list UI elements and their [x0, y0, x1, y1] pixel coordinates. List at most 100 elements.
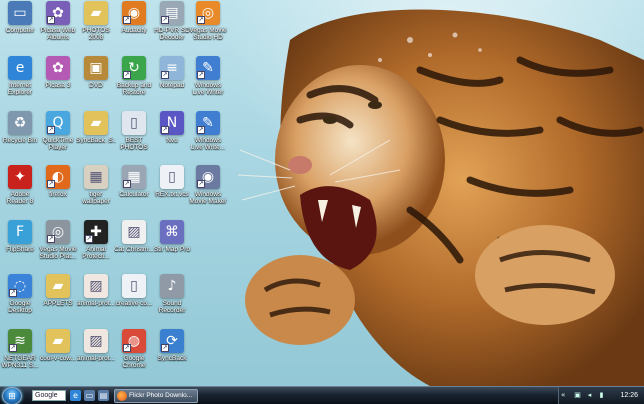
image-file-icon: ▨	[122, 220, 146, 244]
desktop-icon-label: Windows Live Write...	[190, 137, 226, 151]
desktop-shortcut[interactable]: ◌ ↗ Google Desktop	[0, 274, 40, 322]
desktop-icon-label: Vegas Movie Studio HD	[189, 27, 227, 41]
desktop-shortcut[interactable]: ◐ ↗ firefox	[38, 165, 78, 213]
desktop-shortcut[interactable]: ▨ animal-prot...	[76, 274, 116, 322]
shortcut-arrow-icon: ↗	[9, 344, 17, 352]
folder-icon: ▰	[84, 111, 108, 135]
desktop-icon-label: DVD	[89, 82, 103, 89]
folder-icon: ▰	[46, 329, 70, 353]
desktop-shortcut[interactable]: ⟳ ↗ SyncBack	[152, 329, 192, 377]
network-icon[interactable]: ▣	[573, 391, 582, 400]
clock[interactable]: 12:26	[620, 390, 638, 401]
desktop-icon-label: Calculator	[119, 191, 149, 198]
desktop-shortcut[interactable]: ✿ ↗ Picasa Web Albums	[38, 1, 78, 49]
computer-icon: ▭	[8, 1, 32, 25]
desktop-shortcut[interactable]: N ↗ Nvu	[152, 111, 192, 159]
desktop-shortcut[interactable]: ◉ ↗ Windows Movie Maker	[188, 165, 228, 213]
task-button-label: Flickr Photo Downlo...	[129, 392, 193, 399]
desktop-shortcut[interactable]: ▨ animal-prot...	[76, 329, 116, 377]
desktop-shortcut[interactable]: F FlipShare	[0, 220, 40, 268]
desktop-shortcut[interactable]: ✦ Adobe Reader 8	[0, 165, 40, 213]
desktop-icon-label: firefox	[49, 191, 67, 198]
desktop-shortcut[interactable]: ✎ ↗ Windows Live Write...	[188, 111, 228, 159]
desktop-icon-label: BEST PHOTOS	[120, 137, 148, 151]
desktop-icon-label: Cat Christm...	[114, 246, 154, 253]
google-search-box[interactable]: Google	[32, 390, 66, 401]
dvd-icon: ▣	[84, 56, 108, 80]
folder-icon: ▰	[84, 1, 108, 25]
shortcut-arrow-icon: ↗	[9, 289, 17, 297]
desktop-shortcut[interactable]: ✿ Picasa 3	[38, 56, 78, 104]
desktop-icon-label: cool-v-cow...	[39, 355, 77, 362]
desktop-shortcut[interactable]: ◎ ↗ Vegas Movie Studio Plat...	[38, 220, 78, 268]
desktop-icon-label: Windows Live Writer	[192, 82, 224, 96]
image-file-icon: ▨	[84, 329, 108, 353]
desktop-shortcut[interactable]: Q ↗ QuickTime Player	[38, 111, 78, 159]
ie-icon: e	[8, 56, 32, 80]
desktop-icon-label: Backup and Restore	[116, 82, 152, 96]
desktop-icon-label: animal-prot...	[77, 300, 115, 307]
recycle-bin-icon: ♻	[8, 111, 32, 135]
desktop-icon-label: Internet Explorer	[7, 82, 33, 96]
desktop-shortcut[interactable]: ≋ ↗ NETGEAR WPN311 S...	[0, 329, 40, 377]
desktop-icon-label: Picasa Web Albums	[40, 27, 76, 41]
desktop-icon-label: Picasa 3	[45, 82, 71, 89]
desktop-shortcut[interactable]: ▦ ↗ Calculator	[114, 165, 154, 213]
desktop-shortcut[interactable]: ▤ ↗ HD-PVR SD Decoder	[152, 1, 192, 49]
desktop-shortcut[interactable]: ▯ creative co...	[114, 274, 154, 322]
desktop-icon-label: Animal Protecti...	[82, 246, 110, 260]
shortcut-arrow-icon: ↗	[47, 126, 55, 134]
desktop-shortcut[interactable]: ◎ ↗ Vegas Movie Studio HD	[188, 1, 228, 49]
desktop-shortcut[interactable]: ▰ cool-v-cow...	[38, 329, 78, 377]
folder-icon: ▰	[46, 274, 70, 298]
desktop-icon-label: Vegas Movie Studio Plat...	[39, 246, 77, 260]
desktop-shortcut[interactable]: ▰ SyncBack_S...	[76, 111, 116, 159]
desktop-shortcut[interactable]: ✎ ↗ Windows Live Writer	[188, 56, 228, 104]
desktop-shortcut[interactable]: ▣ DVD	[76, 56, 116, 104]
taskbar-button-flickr-photo-downloader[interactable]: Flickr Photo Downlo...	[114, 389, 198, 403]
desktop-shortcut[interactable]: ▰ APPLETS	[38, 274, 78, 322]
desktop-icon-label: Notepad	[159, 82, 185, 89]
desktop-shortcut[interactable]: ▯ BEST PHOTOS	[114, 111, 154, 159]
volume-icon[interactable]: ◂	[585, 391, 594, 400]
desktop-shortcut[interactable]: ≡ ↗ Notepad	[152, 56, 192, 104]
desktop-icon-label: Google Chrome	[122, 355, 146, 369]
desktop-shortcut[interactable]: ▰ PHOTOS 2008	[76, 1, 116, 49]
desktop-icon-label: SyncBack_S...	[76, 137, 116, 144]
desktop-icon-label: creative co...	[115, 300, 153, 307]
shortcut-arrow-icon: ↗	[197, 126, 205, 134]
desktop-icon-label: Computer	[5, 27, 35, 34]
desktop-shortcut[interactable]: ▨ Cat Christm...	[114, 220, 154, 268]
desktop-icon-label: Recycle Bin	[2, 137, 38, 144]
show-hidden-icons-chevron-icon[interactable]: «	[561, 391, 565, 400]
desktop-shortcut[interactable]: ◉ ↗ Audacity	[114, 1, 154, 49]
desktop-shortcut[interactable]: e Internet Explorer	[0, 56, 40, 104]
shortcut-arrow-icon: ↗	[85, 235, 93, 243]
shortcut-arrow-icon: ↗	[161, 71, 169, 79]
power-icon[interactable]: ▮	[597, 391, 606, 400]
shortcut-arrow-icon: ↗	[47, 16, 55, 24]
switch-windows-icon[interactable]: ▤	[98, 390, 109, 401]
desktop-shortcut[interactable]: ♪ Sound Recorder	[152, 274, 192, 322]
desktop-icon-label: Stir Map Pro	[153, 246, 191, 253]
flickr-downloader-icon	[117, 391, 127, 401]
shortcut-arrow-icon: ↗	[47, 235, 55, 243]
sound-recorder-icon: ♪	[160, 274, 184, 298]
map-icon: ⌘	[160, 220, 184, 244]
desktop-shortcut[interactable]: ▯ REX.txt.vcs	[152, 165, 192, 213]
desktop-icon-label: HD-PVR SD Decoder	[154, 27, 190, 41]
start-button[interactable]: ⊞	[2, 387, 22, 404]
document-icon: ▯	[122, 111, 146, 135]
desktop-shortcut[interactable]: ♻ Recycle Bin	[0, 111, 40, 159]
shortcut-arrow-icon: ↗	[123, 16, 131, 24]
desktop-shortcut[interactable]: ✚ ↗ Animal Protecti...	[76, 220, 116, 268]
ie-quicklaunch-icon[interactable]: e	[70, 390, 81, 401]
show-desktop-icon[interactable]: ▭	[84, 390, 95, 401]
desktop-shortcut[interactable]: ◍ ↗ Google Chrome	[114, 329, 154, 377]
desktop-shortcut[interactable]: ⌘ Stir Map Pro	[152, 220, 192, 268]
desktop-shortcut[interactable]: ▦ tiger wallpaper	[76, 165, 116, 213]
desktop-icon-label: APPLETS	[43, 300, 73, 307]
desktop-shortcut[interactable]: ↻ ↗ Backup and Restore	[114, 56, 154, 104]
desktop-shortcut[interactable]: ▭ Computer	[0, 1, 40, 49]
shortcut-arrow-icon: ↗	[161, 126, 169, 134]
